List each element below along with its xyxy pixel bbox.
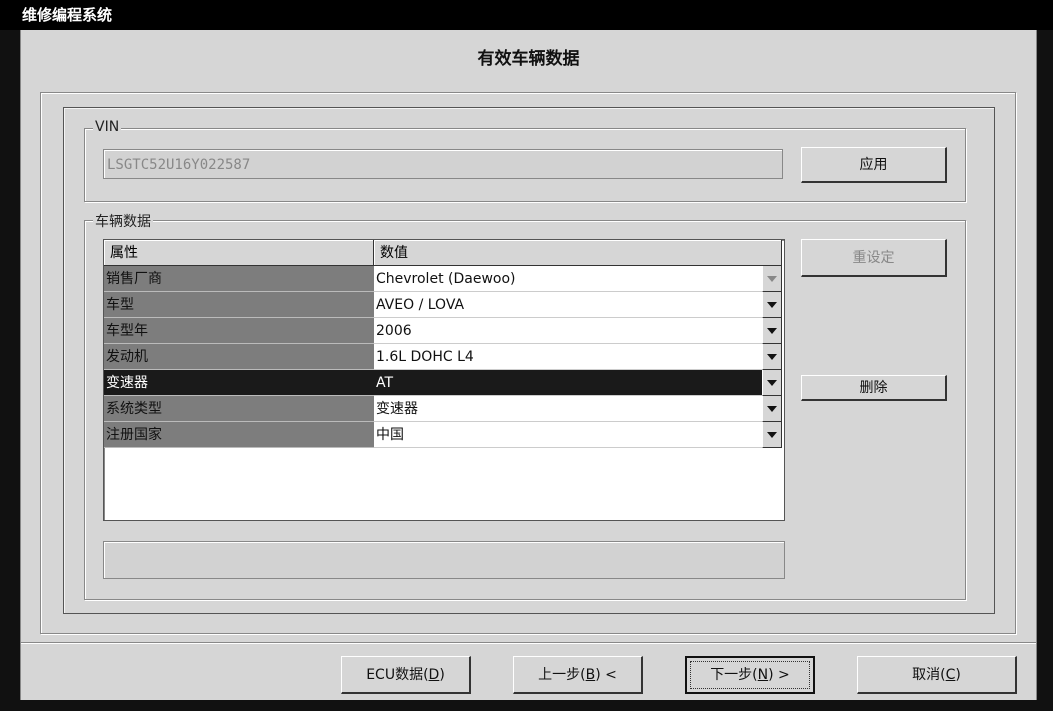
column-header-value[interactable]: 数值 [374, 240, 782, 266]
next-label: 下一步( [710, 667, 758, 683]
back-label: 上一步( [538, 667, 586, 683]
dialog-client-area: 有效车辆数据 VIN LSGTC52U16Y022587 应用 车辆数据 属性 … [20, 30, 1037, 700]
column-header-property[interactable]: 属性 [104, 240, 374, 266]
cancel-hotkey: C [945, 667, 956, 683]
content-panel: VIN LSGTC52U16Y022587 应用 车辆数据 属性 数值 销售厂商 [63, 107, 995, 614]
value-cell[interactable]: Chevrolet (Daewoo) [374, 266, 762, 292]
property-cell: 注册国家 [104, 422, 374, 448]
table-row[interactable]: 系统类型 变速器 [104, 396, 782, 422]
apply-button[interactable]: 应用 [801, 147, 947, 183]
next-hotkey: N [757, 667, 769, 683]
property-cell: 变速器 [104, 370, 374, 396]
value-cell[interactable]: AVEO / LOVA [374, 292, 762, 318]
footer-divider [21, 642, 1036, 644]
property-cell: 车型 [104, 292, 374, 318]
value-cell[interactable]: 变速器 [374, 396, 762, 422]
back-hotkey: B [585, 667, 596, 683]
dropdown-button[interactable] [762, 344, 782, 370]
cancel-button[interactable]: 取消(C) [857, 656, 1017, 694]
vin-group-label: VIN [93, 119, 122, 135]
dropdown-button[interactable] [762, 292, 782, 318]
dropdown-button[interactable] [762, 370, 782, 396]
property-cell: 销售厂商 [104, 266, 374, 292]
table-row[interactable]: 发动机 1.6L DOHC L4 [104, 344, 782, 370]
window-title: 维修编程系统 [0, 0, 1053, 30]
page-title: 有效车辆数据 [477, 49, 580, 69]
back-button[interactable]: 上一步(B) < [513, 656, 643, 694]
ecu-data-button[interactable]: ECU数据(D) [341, 656, 471, 694]
dropdown-button[interactable] [762, 396, 782, 422]
grid-header: 属性 数值 [104, 240, 782, 266]
reset-button[interactable]: 重设定 [801, 239, 947, 277]
property-cell: 系统类型 [104, 396, 374, 422]
ecu-data-label: ECU数据( [366, 667, 429, 683]
dropdown-button[interactable] [762, 266, 782, 292]
chevron-down-icon [767, 405, 777, 412]
table-row[interactable]: 车型 AVEO / LOVA [104, 292, 782, 318]
next-label-tail: ) > [768, 667, 790, 683]
content-frame: VIN LSGTC52U16Y022587 应用 车辆数据 属性 数值 销售厂商 [40, 92, 1016, 634]
vehicle-data-grid[interactable]: 属性 数值 销售厂商 Chevrolet (Daewoo) 车型 AVEO / … [103, 239, 785, 521]
ecu-data-hotkey: D [428, 667, 440, 683]
vehicle-data-group-label: 车辆数据 [93, 211, 153, 231]
dropdown-button[interactable] [762, 318, 782, 344]
value-cell[interactable]: 1.6L DOHC L4 [374, 344, 762, 370]
value-cell[interactable]: AT [374, 370, 762, 396]
chevron-down-icon [767, 327, 777, 334]
cancel-label-tail: ) [955, 667, 961, 683]
table-row[interactable]: 车型年 2006 [104, 318, 782, 344]
dropdown-button[interactable] [762, 422, 782, 448]
ecu-data-label-tail: ) [439, 667, 445, 683]
cancel-label: 取消( [912, 667, 946, 683]
delete-button[interactable]: 删除 [801, 375, 947, 401]
chevron-down-icon [767, 379, 777, 386]
table-row[interactable]: 注册国家 中国 [104, 422, 782, 448]
app-window: 维修编程系统 有效车辆数据 VIN LSGTC52U16Y022587 应用 车… [0, 0, 1053, 711]
chevron-down-icon [767, 301, 777, 308]
table-row-selected[interactable]: 变速器 AT [104, 370, 782, 396]
next-button[interactable]: 下一步(N) > [685, 656, 815, 694]
vin-field[interactable]: LSGTC52U16Y022587 [103, 149, 783, 179]
vin-groupbox: VIN LSGTC52U16Y022587 应用 [84, 119, 966, 202]
vehicle-data-groupbox: 车辆数据 属性 数值 销售厂商 Chevrolet (Daewoo) 车型 AV… [84, 211, 966, 600]
table-row[interactable]: 销售厂商 Chevrolet (Daewoo) [104, 266, 782, 292]
property-cell: 发动机 [104, 344, 374, 370]
chevron-down-icon [767, 275, 777, 282]
value-cell[interactable]: 中国 [374, 422, 762, 448]
status-field [103, 541, 785, 579]
chevron-down-icon [767, 431, 777, 438]
value-cell[interactable]: 2006 [374, 318, 762, 344]
chevron-down-icon [767, 353, 777, 360]
property-cell: 车型年 [104, 318, 374, 344]
back-label-tail: ) < [595, 667, 617, 683]
